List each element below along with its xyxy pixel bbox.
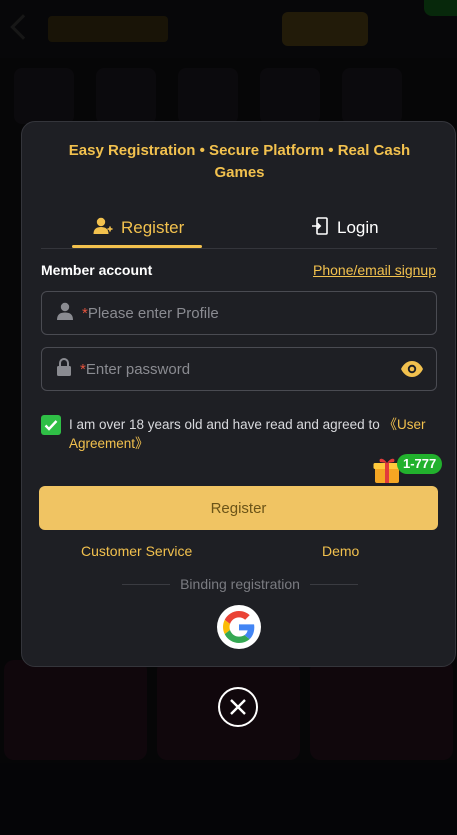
agreement-checkbox[interactable] xyxy=(41,415,61,435)
close-icon xyxy=(230,699,246,715)
tab-login-label: Login xyxy=(337,218,379,237)
binding-registration-divider: Binding registration xyxy=(122,576,359,592)
divider-line xyxy=(309,583,359,585)
google-icon xyxy=(223,611,255,643)
eye-icon[interactable] xyxy=(400,360,424,383)
checkmark-icon xyxy=(44,420,58,431)
demo-link[interactable]: Demo xyxy=(322,543,359,559)
phone-email-signup-link[interactable]: Phone/email signup xyxy=(313,262,436,278)
tab-register[interactable]: Register xyxy=(93,208,184,248)
lock-icon xyxy=(56,357,72,381)
bonus-badge: 1-777 xyxy=(397,454,443,474)
register-button[interactable]: Register xyxy=(39,486,438,530)
active-tab-indicator xyxy=(72,245,202,248)
tab-register-label: Register xyxy=(121,218,185,237)
google-signup-button[interactable] xyxy=(217,605,261,649)
user-icon xyxy=(56,302,74,325)
password-field[interactable]: * xyxy=(41,347,437,391)
registration-modal: Easy Registration • Secure Platform • Re… xyxy=(21,121,456,667)
tab-login[interactable]: Login xyxy=(311,208,379,248)
agreement-text: I am over 18 years old and have read and… xyxy=(69,415,441,453)
agreement-row: I am over 18 years old and have read and… xyxy=(41,415,441,453)
customer-service-link[interactable]: Customer Service xyxy=(81,543,192,559)
password-input[interactable] xyxy=(85,360,386,378)
profile-field[interactable]: * xyxy=(41,291,437,335)
auth-tabs: Register Login xyxy=(41,208,437,249)
close-modal-button[interactable] xyxy=(218,687,258,727)
modal-headline: Easy Registration • Secure Platform • Re… xyxy=(68,142,411,181)
member-account-label: Member account xyxy=(41,262,153,278)
binding-registration-label: Binding registration xyxy=(180,576,300,592)
profile-input[interactable] xyxy=(87,304,388,322)
agreement-statement: I am over 18 years old and have read and… xyxy=(69,417,384,432)
divider-line xyxy=(122,583,171,585)
user-add-icon xyxy=(93,217,113,240)
login-door-icon xyxy=(311,216,329,240)
